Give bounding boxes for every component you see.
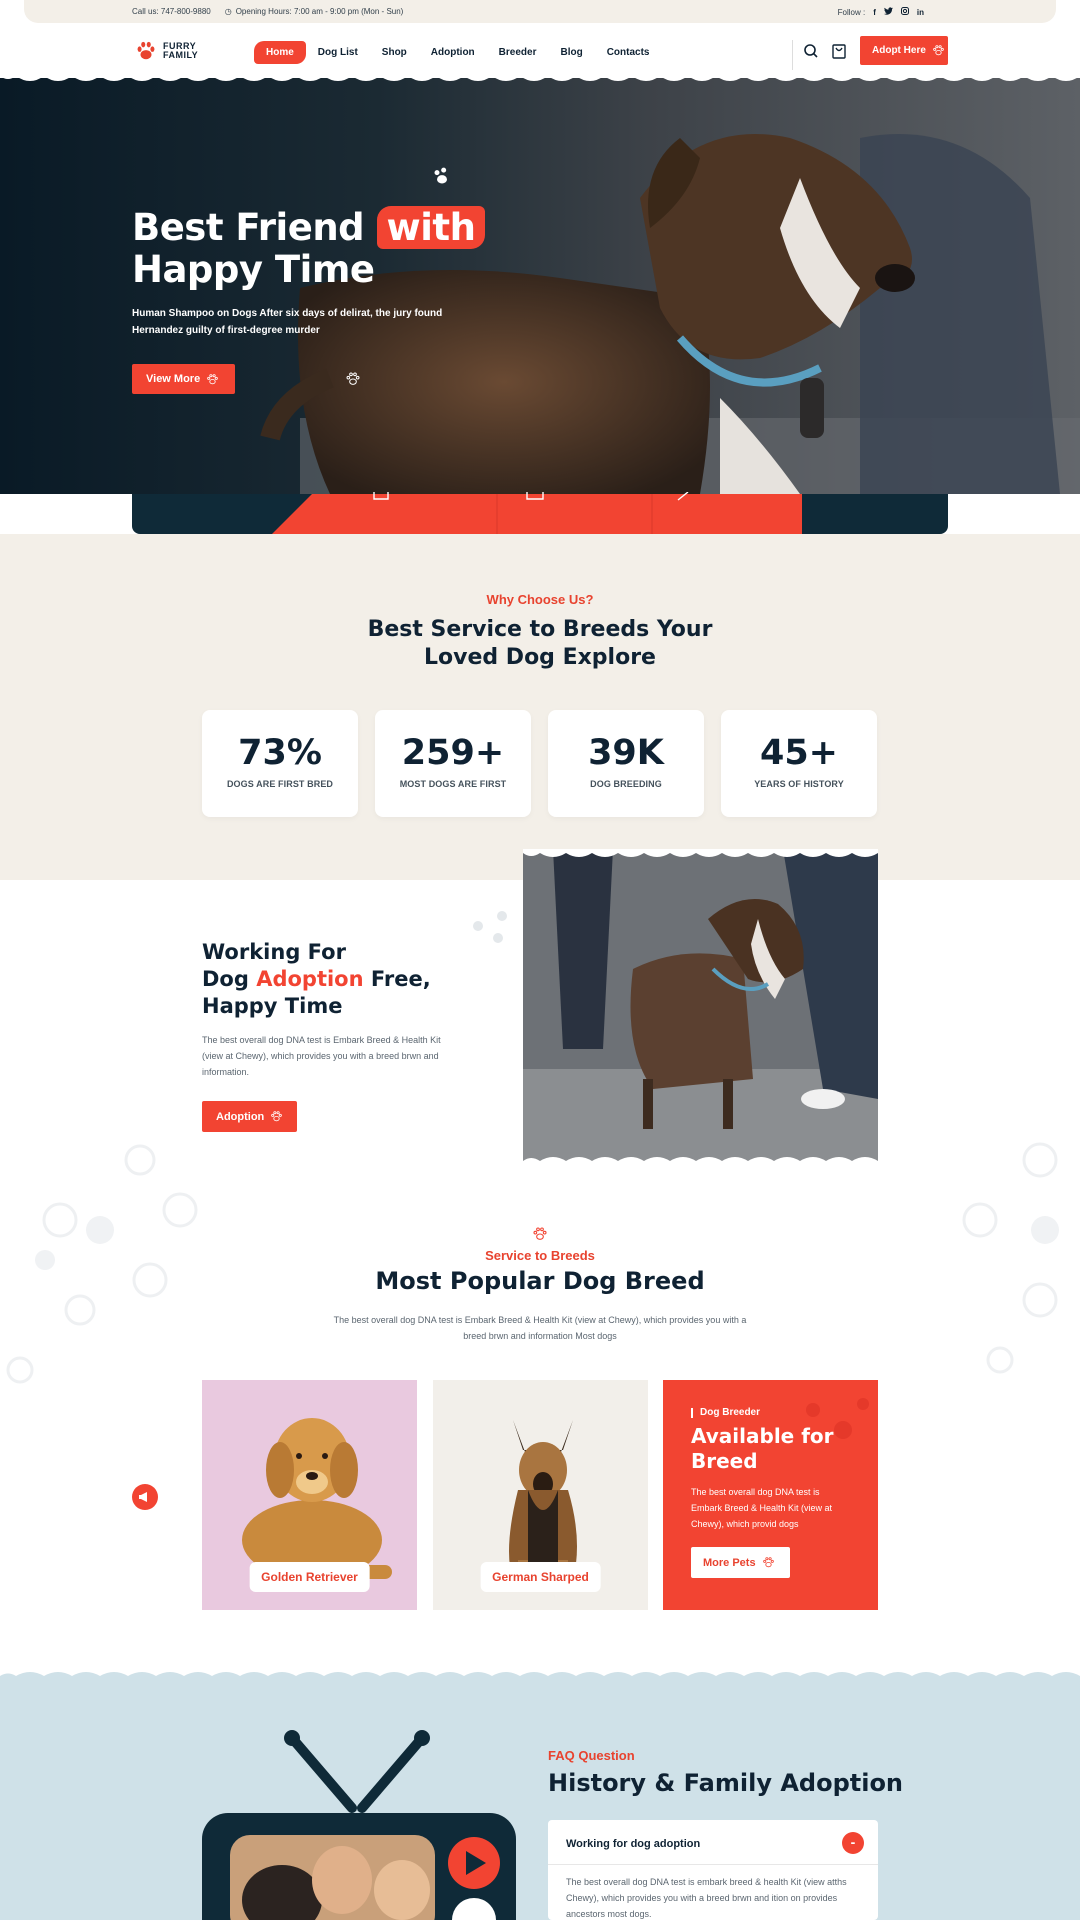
why-title: Best Service to Breeds Your Loved Dog Ex… [0,616,1080,672]
available-title: Available for Breed [691,1424,834,1473]
adoption-label: Adoption [216,1110,265,1123]
available-breed-card: Dog Breeder Available for Breed The best… [663,1380,878,1610]
faq-section [0,1680,1080,1920]
breed-card-label: Golden Retriever [249,1562,370,1592]
slider-prev-button[interactable] [132,1484,158,1510]
paw-icon [271,1111,283,1122]
cart-icon[interactable] [830,42,848,60]
linkedin-icon[interactable]: in [917,8,924,17]
stat-value: 73% [238,733,322,773]
main-nav: Home Dog List Shop Adoption Breeder Blog… [254,41,662,64]
available-text: The best overall dog DNA test is Embark … [691,1487,833,1529]
hero-subtitle: Human Shampoo on Dogs After six days of … [132,308,443,336]
logo[interactable]: FURRY FAMILY [135,40,198,62]
paw-icon [933,45,944,56]
hero-title: Best Friend with Happy Time [132,206,486,291]
facebook-icon[interactable]: f [873,8,876,17]
twitter-icon[interactable] [883,7,893,17]
stat-value: 259+ [401,733,505,773]
instagram-icon[interactable] [900,7,909,17]
nav-blog[interactable]: Blog [548,41,594,64]
stat-card: 259+ MOST DOGS ARE FIRST [375,710,531,817]
why-eyebrow: Why Choose Us? [486,592,594,607]
paw-decor-icon [434,167,447,184]
popular-eyebrow: Service to Breeds [485,1248,595,1263]
adopt-here-label: Adopt Here [872,45,926,56]
paw-icon [533,1227,547,1240]
available-eyebrow: Dog Breeder [691,1408,760,1418]
bone-icon [677,492,689,501]
header-scallop [0,70,1080,81]
faq-eyebrow: FAQ Question [548,1748,635,1763]
faq-scallop [0,1672,1080,1682]
faq-title: History & Family Adoption [548,1769,904,1797]
hero-title-line2: Happy Time [132,248,375,291]
faq-answer: The best overall dog DNA test is embark … [566,1877,847,1919]
paw-icon [207,373,219,384]
faq-question[interactable]: Working for dog adoption [566,1838,700,1850]
hero-title-highlight: with [376,206,486,249]
working-title-line3: Happy Time [202,994,343,1018]
more-pets-button[interactable]: More Pets [691,1547,790,1578]
why-title-line2: Loved Dog Explore [424,645,656,670]
breed-card-golden-retriever[interactable]: Golden Retriever [202,1380,417,1610]
working-text: The best overall dog DNA test is Embark … [202,1035,441,1077]
more-pets-label: More Pets [703,1556,756,1569]
stat-label: YEARS OF HISTORY [754,779,844,789]
photo-top-scallop [523,849,878,857]
dog-photo [523,849,878,1165]
logo-text-line2: FAMILY [163,50,199,60]
stat-card: 73% DOGS ARE FIRST BRED [202,710,358,817]
header-divider [792,40,793,70]
stat-value: 39K [588,733,664,773]
faq-collapse-toggle[interactable]: - [842,1832,864,1854]
stat-label: DOGS ARE FIRST BRED [226,779,334,789]
nav-shop[interactable]: Shop [370,41,419,64]
nav-adoption[interactable]: Adoption [419,41,487,64]
nav-dog-list[interactable]: Dog List [306,41,370,64]
view-more-button[interactable]: View More [132,364,235,394]
stat-card: 45+ YEARS OF HISTORY [721,710,877,817]
nav-breeder[interactable]: Breeder [487,41,549,64]
stat-value: 45+ [759,733,839,773]
stat-card: 39K DOG BREEDING [548,710,704,817]
why-title-line1: Best Service to Breeds Your [367,617,713,642]
popular-text: The best overall dog DNA test is Embark … [333,1315,747,1341]
breed-card-label: German Sharped [480,1562,601,1592]
stat-label: MOST DOGS ARE FIRST [399,779,507,789]
working-title-line1: Working For [202,940,346,964]
follow-label: Follow : [837,7,866,17]
top-bar: Call us: 747-800-9880 ◷ Opening Hours: 7… [24,0,1056,23]
working-title: Working For Dog Adoption Free, Happy Tim… [202,940,431,1018]
paw-prints-decor-icon [473,911,507,943]
faq-divider [548,1864,878,1865]
working-title-highlight: Adoption [256,967,364,991]
paw-decor-icon [346,372,360,385]
opening-hours: Opening Hours: 7:00 am - 9:00 pm (Mon - … [235,7,404,16]
search-icon[interactable] [802,42,820,60]
paw-logo-icon [137,41,155,60]
popular-title: Most Popular Dog Breed [375,1267,705,1295]
tv-illustration [202,1730,516,1920]
adopt-here-button[interactable]: Adopt Here [860,36,948,65]
hero-title-part1: Best Friend [132,206,365,249]
faq-item: Working for dog adoption - The best over… [548,1820,878,1920]
paw-icon [762,1557,774,1568]
why-choose-section [0,534,1080,880]
stat-label: DOG BREEDING [590,779,662,789]
nav-contacts[interactable]: Contacts [595,41,662,64]
megaphone-icon [139,1492,147,1502]
phone-text[interactable]: Call us: 747-800-9880 [132,7,211,16]
adoption-button[interactable]: Adoption [202,1101,297,1132]
clock-icon: ◷ [224,7,232,16]
breed-card-german-shepherd[interactable]: German Sharped [433,1380,648,1610]
pet-bed-icon [526,492,544,500]
view-more-label: View More [146,373,201,385]
nav-home[interactable]: Home [254,41,306,64]
dog-house-icon [373,492,389,500]
